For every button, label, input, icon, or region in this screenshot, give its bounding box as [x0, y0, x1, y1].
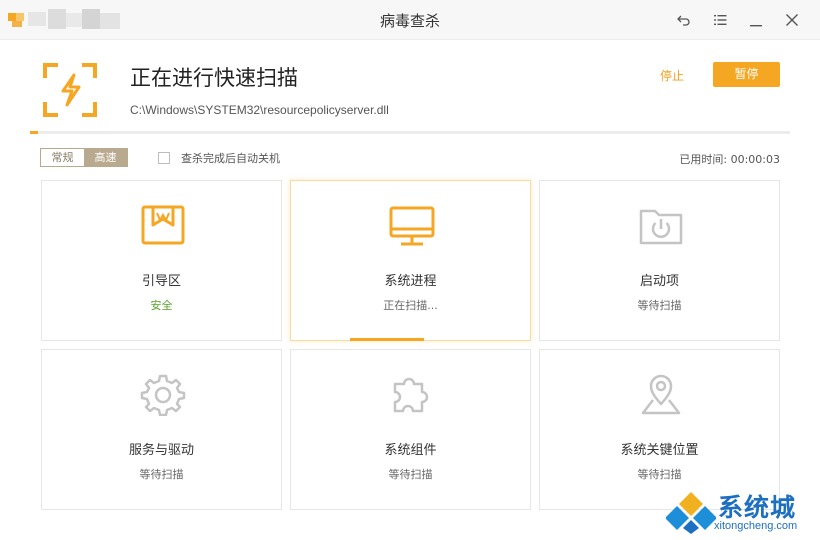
gear-icon [140, 374, 186, 416]
card-scan-indicator [350, 338, 424, 341]
card-name: 启动项 [639, 274, 679, 289]
watermark-en-text: xitongcheng.com [714, 520, 798, 532]
current-file-path: C:\Windows\SYSTEM32\resourcepolicyserver… [130, 103, 389, 117]
elapsed-label: 已用时间: [679, 153, 728, 166]
location-pin-icon [641, 374, 681, 415]
pause-button[interactable]: 暂停 [713, 62, 780, 87]
card-boot-sector[interactable]: 引导区 安全 [41, 180, 282, 341]
undo-button[interactable] [672, 8, 696, 32]
card-status: 等待扫描 [388, 468, 433, 481]
title-bar: 病毒查杀 [0, 0, 820, 40]
card-system-components[interactable]: 系统组件 等待扫描 [290, 349, 531, 510]
close-button[interactable] [780, 8, 804, 32]
card-status: 安全 [150, 299, 173, 312]
lightning-scan-icon [43, 63, 97, 117]
card-status: 正在扫描... [383, 299, 438, 312]
window-title: 病毒查杀 [379, 12, 440, 30]
scan-progress-fill [30, 131, 38, 134]
minimize-icon [750, 25, 762, 27]
card-name: 系统进程 [384, 274, 437, 289]
auto-shutdown-option[interactable]: 查杀完成后自动关机 [158, 150, 280, 166]
boot-sector-icon [141, 205, 185, 245]
card-status: 等待扫描 [637, 468, 682, 481]
mode-fast-option[interactable]: 高速 [84, 149, 127, 166]
auto-shutdown-label: 查杀完成后自动关机 [181, 152, 280, 165]
close-icon [786, 14, 798, 26]
card-startup-items[interactable]: 启动项 等待扫描 [539, 180, 780, 341]
site-watermark: 系统城 xitongcheng.com [664, 484, 820, 540]
card-name: 服务与驱动 [128, 443, 194, 458]
card-status: 等待扫描 [637, 299, 682, 312]
card-name: 系统关键位置 [620, 443, 699, 458]
scan-mode-toggle: 常规 高速 [40, 148, 128, 167]
puzzle-icon [393, 377, 429, 413]
watermark-diamond-logo [666, 492, 716, 534]
card-services-drivers[interactable]: 服务与驱动 等待扫描 [41, 349, 282, 510]
scan-progress-bar [30, 131, 790, 134]
startup-folder-icon [639, 209, 683, 245]
monitor-icon [389, 206, 435, 246]
elapsed-value: 00:00:03 [730, 153, 780, 166]
scan-title: 正在进行快速扫描 [130, 66, 298, 90]
watermark-cn-text: 系统城 [718, 493, 797, 522]
card-status: 等待扫描 [139, 468, 184, 481]
stop-button[interactable]: 停止 [660, 67, 684, 84]
mode-normal-option[interactable]: 常规 [41, 149, 84, 166]
elapsed-time: 已用时间: 00:00:03 [679, 151, 780, 167]
auto-shutdown-checkbox[interactable] [158, 152, 170, 164]
card-name: 系统组件 [384, 443, 437, 458]
menu-button[interactable] [708, 8, 732, 32]
minimize-button[interactable] [744, 8, 768, 32]
card-name: 引导区 [141, 274, 181, 289]
menu-icon [714, 15, 727, 25]
card-system-process[interactable]: 系统进程 正在扫描... [290, 180, 531, 341]
undo-icon [677, 15, 690, 26]
